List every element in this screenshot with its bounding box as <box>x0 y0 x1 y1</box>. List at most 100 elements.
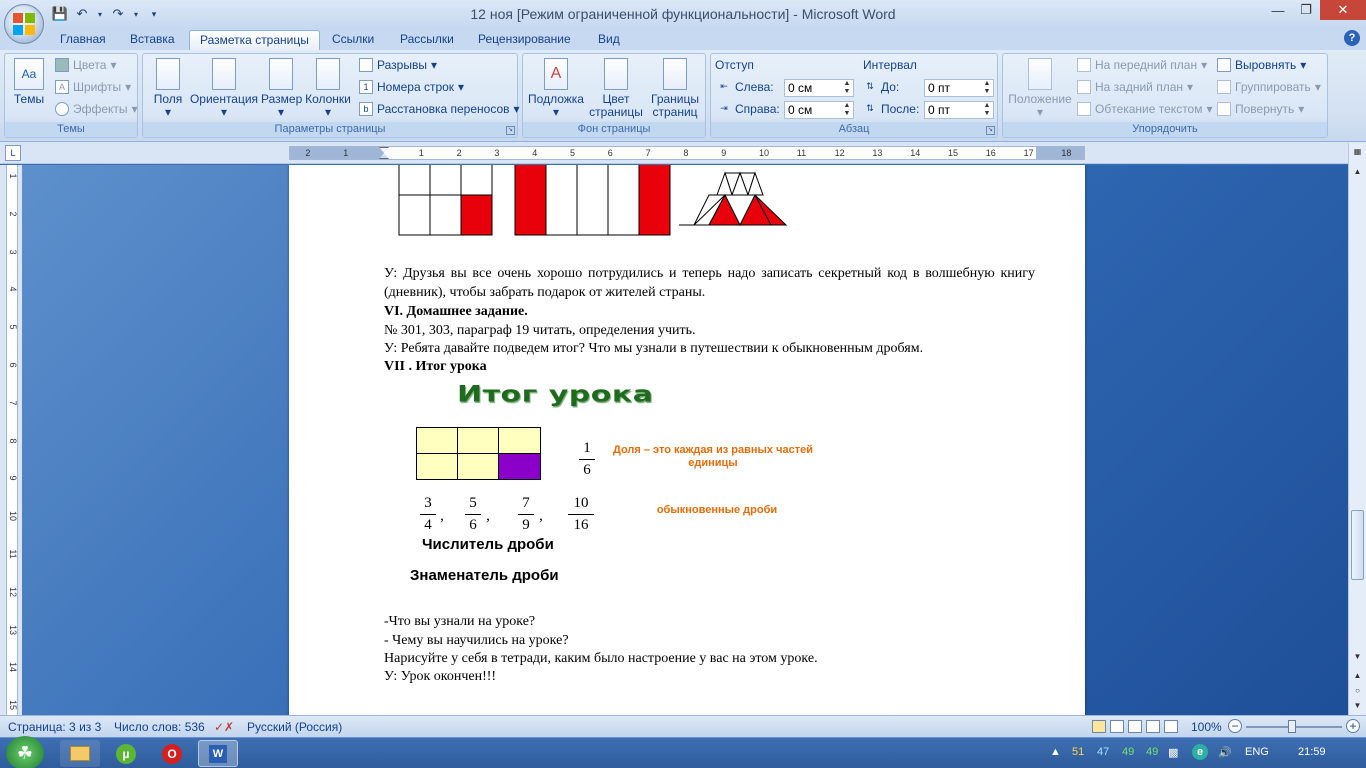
previous-page-icon[interactable]: ▲ <box>1351 669 1364 682</box>
show-hidden-icons[interactable]: ▲ <box>1050 746 1061 758</box>
spacing-after-field[interactable]: 0 пт ▲ ▼ <box>924 101 994 119</box>
orientation-button[interactable]: Ориентация ▾ <box>189 58 259 119</box>
tab-view[interactable]: Вид <box>588 30 630 50</box>
input-language[interactable]: ENG <box>1245 746 1269 758</box>
position-button[interactable]: Положение ▾ <box>1007 58 1073 119</box>
indent-right-value: 0 см <box>788 103 813 117</box>
full-screen-view-icon[interactable] <box>1110 720 1124 733</box>
tab-selector[interactable]: L <box>5 145 21 161</box>
watermark-button[interactable]: A Подложка ▾ <box>527 58 585 119</box>
ruler-number: 12 <box>834 148 845 158</box>
text-wrap-label: Обтекание текстом <box>1095 102 1203 116</box>
theme-colors-button[interactable]: Цвета ▾ <box>55 56 116 74</box>
zoom-out-icon[interactable]: − <box>1228 719 1242 733</box>
taskbar-opera[interactable]: O <box>152 740 192 767</box>
send-back-button[interactable]: На задний план ▾ <box>1077 78 1193 96</box>
text-wrap-button[interactable]: Обтекание текстом ▾ <box>1077 100 1213 118</box>
indent-left-field[interactable]: 0 см ▲ ▼ <box>784 79 854 97</box>
zoom-slider-thumb[interactable] <box>1288 720 1296 733</box>
columns-button[interactable]: Колонки ▾ <box>303 58 353 119</box>
page-color-button[interactable]: Цветстраницы ▾ <box>589 58 643 132</box>
restore-button[interactable]: ❐ <box>1292 0 1320 20</box>
theme-fonts-button[interactable]: A Шрифты ▾ <box>55 78 131 96</box>
group-objects-icon <box>1217 80 1231 94</box>
horizontal-ruler[interactable]: 2 1 1 2 3 4 5 6 7 8 9 10 11 12 13 14 15 16 17 18 <box>289 146 1085 160</box>
tab-home[interactable]: Главная <box>50 30 116 50</box>
indent-left-spinner[interactable]: ▲ ▼ <box>841 80 853 96</box>
taskbar-utorrent[interactable]: µ <box>106 740 146 767</box>
zoom-in-icon[interactable]: + <box>1346 719 1360 733</box>
spacing-after-spinner[interactable]: ▲ ▼ <box>981 102 993 118</box>
help-icon[interactable]: ? <box>1344 30 1360 46</box>
taskbar-explorer[interactable] <box>60 740 100 767</box>
next-page-icon[interactable]: ▼ <box>1351 699 1364 712</box>
theme-effects-button[interactable]: Эффекты ▾ <box>55 100 138 118</box>
page-count[interactable]: Страница: 3 из 3 <box>8 720 101 734</box>
clock[interactable]: 21:59 <box>1298 746 1326 758</box>
taskbar-word[interactable]: W <box>198 740 238 767</box>
tab-review[interactable]: Рецензирование <box>468 30 581 50</box>
language-status[interactable]: Русский (Россия) <box>247 720 342 734</box>
spacing-header: Интервал <box>863 56 917 74</box>
utorrent-icon: µ <box>116 743 136 764</box>
word-count[interactable]: Число слов: 536 <box>114 720 205 734</box>
zoom-level[interactable]: 100% <box>1191 720 1222 734</box>
margins-button[interactable]: Поля ▾ <box>151 58 185 119</box>
tab-mailings[interactable]: Рассылки <box>390 30 464 50</box>
tray-num-1: 51 <box>1072 746 1085 758</box>
ruler-number: 2 <box>305 148 311 158</box>
indent-right-field[interactable]: 0 см ▲ ▼ <box>784 101 854 119</box>
line-numbers-label: Номера строк <box>377 80 455 94</box>
fraction-10-16: 10 16 <box>568 495 594 534</box>
ruler-toggle-icon[interactable]: ▦ <box>1351 145 1364 158</box>
web-layout-view-icon[interactable] <box>1128 720 1142 733</box>
vertical-ruler-number: 5 <box>8 324 18 330</box>
fraction-numerator: 1 <box>583 440 591 456</box>
themes-button[interactable]: Aa Темы <box>9 58 49 106</box>
line-numbers-button[interactable]: 1 Номера строк ▾ <box>359 78 464 96</box>
tab-insert[interactable]: Вставка <box>120 30 185 50</box>
vertical-scrollbar[interactable]: ▦ ▲ ▼ ▲ ○ ▼ <box>1348 143 1366 715</box>
ruler-number: 4 <box>532 148 538 158</box>
indent-right-spinner[interactable]: ▲ ▼ <box>841 102 853 118</box>
print-layout-view-icon[interactable] <box>1092 720 1106 733</box>
size-label: Размер <box>261 92 303 106</box>
fraction-3-4: 3 4 <box>420 495 436 534</box>
bring-front-label: На передний план <box>1095 58 1198 72</box>
office-button[interactable] <box>4 4 44 44</box>
spacing-before-field[interactable]: 0 пт ▲ ▼ <box>924 79 994 97</box>
breaks-button[interactable]: Разрывы ▾ <box>359 56 437 74</box>
tab-page-layout[interactable]: Разметка страницы <box>189 30 320 50</box>
draft-view-icon[interactable] <box>1164 720 1178 733</box>
volume-icon[interactable]: 🔊 <box>1218 746 1232 759</box>
start-button[interactable]: ☘ <box>6 736 44 768</box>
bring-front-button[interactable]: На передний план ▾ <box>1077 56 1207 74</box>
e-app-icon[interactable]: e <box>1192 744 1208 760</box>
proofing-icon[interactable]: ✓✗ <box>214 720 234 734</box>
document-area[interactable]: У: Друзья вы все очень хорошо потрудилис… <box>22 165 1348 715</box>
minimize-button[interactable]: — <box>1264 0 1292 20</box>
page-setup-dialog-launcher[interactable]: ↘ <box>506 126 515 135</box>
spacing-before-spinner[interactable]: ▲ ▼ <box>981 80 993 96</box>
group-paragraph-label: Абзац <box>711 122 997 137</box>
tab-references[interactable]: Ссылки <box>322 30 384 50</box>
themes-icon: Aa <box>14 58 44 90</box>
hyphenation-button[interactable]: b Расстановка переносов ▾ <box>359 100 520 118</box>
scroll-thumb[interactable] <box>1351 510 1364 580</box>
close-button[interactable]: ✕ <box>1320 0 1366 20</box>
vertical-ruler[interactable]: 1 2 3 4 5 6 7 8 9 10 11 12 13 14 15 <box>0 165 22 715</box>
scroll-up-icon[interactable]: ▲ <box>1351 165 1364 178</box>
group-objects-button[interactable]: Группировать ▾ <box>1217 78 1321 96</box>
network-icon[interactable]: ▩ <box>1168 746 1178 759</box>
effects-icon <box>55 102 69 116</box>
align-button[interactable]: Выровнять ▾ <box>1217 56 1306 74</box>
browse-object-icon[interactable]: ○ <box>1351 684 1364 697</box>
scroll-down-icon[interactable]: ▼ <box>1351 650 1364 663</box>
paragraph-dialog-launcher[interactable]: ↘ <box>986 126 995 135</box>
document-page[interactable]: У: Друзья вы все очень хорошо потрудилис… <box>289 165 1085 715</box>
outline-view-icon[interactable] <box>1146 720 1160 733</box>
rotate-button[interactable]: Повернуть ▾ <box>1217 100 1304 118</box>
size-button[interactable]: Размер ▾ <box>261 58 303 119</box>
page-borders-button[interactable]: Границы страниц <box>647 58 703 119</box>
group-page-setup-label: Параметры страницы <box>143 122 517 137</box>
